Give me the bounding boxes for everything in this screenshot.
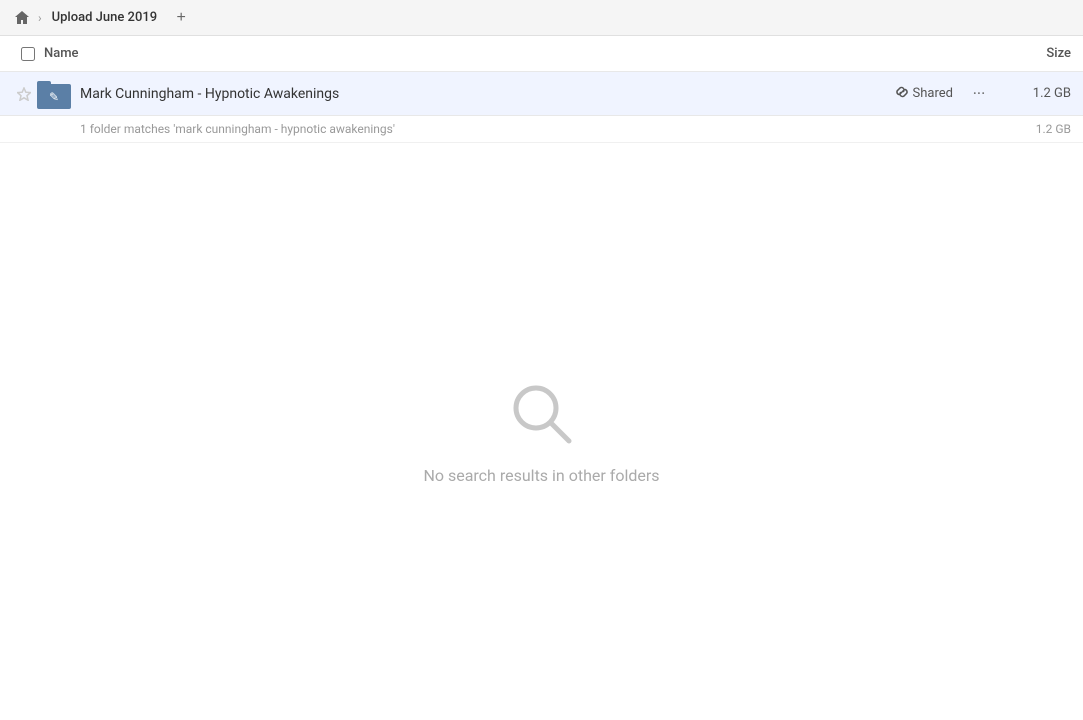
top-bar: › Upload June 2019 + [0, 0, 1083, 36]
match-info-row: 1 folder matches 'mark cunningham - hypn… [0, 116, 1083, 143]
match-info-text: 1 folder matches 'mark cunningham - hypn… [80, 122, 395, 136]
breadcrumb-chevron: › [38, 11, 42, 25]
folder-icon: ✎ [36, 76, 72, 112]
size-column-header: Size [991, 46, 1071, 61]
select-all-checkbox[interactable] [21, 47, 35, 61]
search-empty-icon [506, 378, 578, 450]
breadcrumb-item[interactable]: Upload June 2019 [44, 8, 166, 27]
more-options-button[interactable]: ··· [965, 80, 993, 108]
match-info-size: 1.2 GB [1036, 122, 1071, 136]
shared-label: Shared [913, 86, 953, 101]
empty-state-message: No search results in other folders [423, 466, 659, 485]
add-tab-button[interactable]: + [169, 6, 193, 30]
star-icon[interactable] [12, 87, 36, 101]
file-row[interactable]: ✎ Mark Cunningham - Hypnotic Awakenings … [0, 72, 1083, 116]
svg-text:✎: ✎ [49, 90, 59, 104]
name-column-header: Name [44, 46, 991, 61]
select-all-checkbox-area[interactable] [12, 47, 44, 61]
file-size: 1.2 GB [1001, 86, 1071, 101]
shared-badge: Shared [895, 85, 953, 103]
link-icon [895, 85, 909, 103]
file-name: Mark Cunningham - Hypnotic Awakenings [80, 86, 895, 102]
column-headers: Name Size [0, 36, 1083, 72]
empty-state: No search results in other folders [0, 143, 1083, 719]
home-button[interactable] [8, 4, 36, 32]
